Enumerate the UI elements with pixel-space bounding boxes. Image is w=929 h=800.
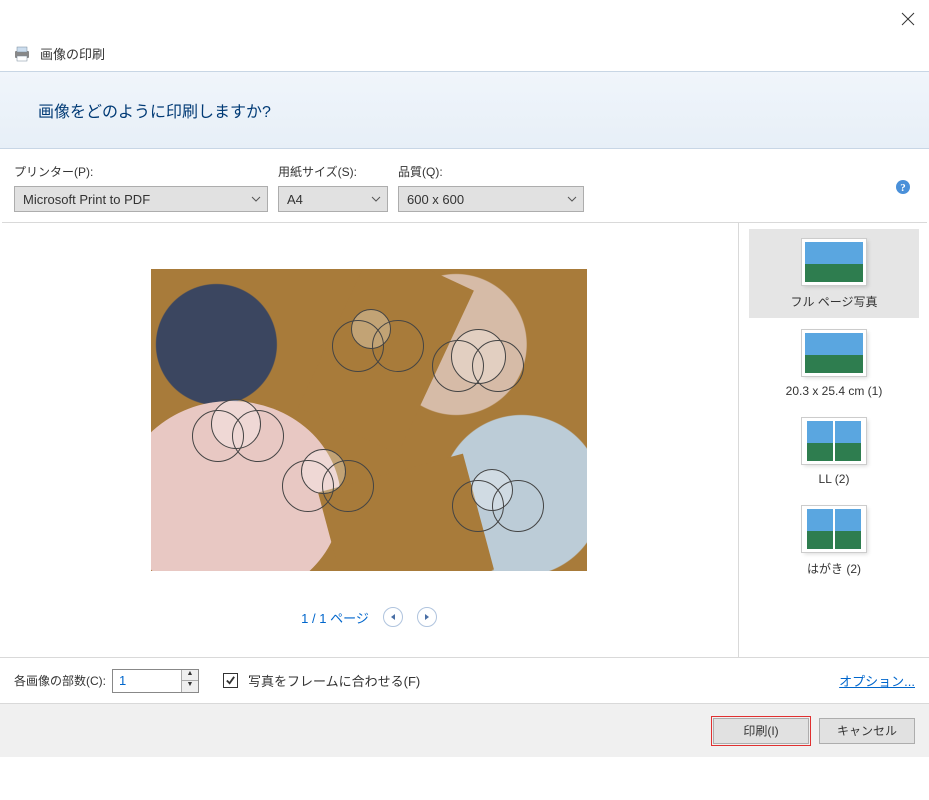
printer-dropdown[interactable]: Microsoft Print to PDF [14, 186, 268, 212]
print-controls: プリンター(P): Microsoft Print to PDF 用紙サイズ(S… [0, 149, 929, 222]
main-area: 1 / 1 ページ フル ページ写真 20.3 x 25.4 cm (1) LL… [0, 223, 929, 657]
layout-label: はがき (2) [807, 560, 861, 577]
preview-image [151, 269, 587, 571]
quality-dropdown[interactable]: 600 x 600 [398, 186, 584, 212]
layout-thumb [802, 330, 866, 376]
chevron-down-icon [567, 194, 577, 204]
layout-panel[interactable]: フル ページ写真 20.3 x 25.4 cm (1) LL (2) はがき (… [739, 223, 929, 657]
triangle-left-icon [389, 613, 397, 621]
printer-icon [12, 46, 32, 62]
question-text: 画像をどのように印刷しますか? [38, 98, 271, 122]
copies-spinner[interactable]: ▲ ▼ [112, 669, 199, 693]
prev-page-button[interactable] [383, 607, 403, 627]
layout-thumb [802, 418, 866, 464]
printer-value: Microsoft Print to PDF [23, 192, 150, 207]
triangle-right-icon [423, 613, 431, 621]
close-button[interactable] [901, 12, 915, 29]
options-link[interactable]: オプション... [839, 671, 915, 690]
window-title: 画像の印刷 [40, 44, 105, 63]
layout-20x25[interactable]: 20.3 x 25.4 cm (1) [749, 320, 919, 406]
print-button[interactable]: 印刷(I) [713, 718, 809, 744]
fit-frame-checkbox[interactable] [223, 673, 238, 688]
printer-group: プリンター(P): Microsoft Print to PDF [14, 163, 268, 212]
next-page-button[interactable] [417, 607, 437, 627]
question-banner: 画像をどのように印刷しますか? [0, 71, 929, 149]
layout-full-page[interactable]: フル ページ写真 [749, 229, 919, 318]
layout-thumb [802, 239, 866, 285]
quality-group: 品質(Q): 600 x 600 [398, 163, 584, 212]
button-bar: 印刷(I) キャンセル [0, 703, 929, 757]
chevron-down-icon [251, 194, 261, 204]
svg-text:?: ? [900, 182, 906, 194]
fit-frame-label: 写真をフレームに合わせる(F) [248, 671, 420, 690]
quality-label: 品質(Q): [398, 163, 584, 180]
help-button[interactable]: ? [895, 179, 911, 195]
layout-label: 20.3 x 25.4 cm (1) [786, 384, 883, 398]
page-indicator: 1 / 1 ページ [301, 608, 369, 627]
printer-label: プリンター(P): [14, 163, 268, 180]
paper-size-value: A4 [287, 192, 303, 207]
check-icon [225, 675, 236, 686]
layout-label: フル ページ写真 [790, 293, 877, 310]
cancel-button[interactable]: キャンセル [819, 718, 915, 744]
paper-size-label: 用紙サイズ(S): [278, 163, 388, 180]
layout-hagaki-2[interactable]: はがき (2) [749, 496, 919, 585]
paper-size-dropdown[interactable]: A4 [278, 186, 388, 212]
help-icon: ? [895, 179, 911, 195]
chevron-down-icon [371, 194, 381, 204]
copies-up[interactable]: ▲ [182, 670, 198, 681]
copies-label: 各画像の部数(C): [14, 672, 106, 689]
layout-thumb [802, 506, 866, 552]
preview-pane: 1 / 1 ページ [0, 223, 739, 657]
window-header: 画像の印刷 [0, 40, 929, 71]
layout-label: LL (2) [819, 472, 850, 486]
copies-input[interactable] [113, 670, 181, 692]
paper-group: 用紙サイズ(S): A4 [278, 163, 388, 212]
layout-ll-2[interactable]: LL (2) [749, 408, 919, 494]
titlebar [0, 0, 929, 40]
pager: 1 / 1 ページ [301, 607, 437, 627]
footer-options: 各画像の部数(C): ▲ ▼ 写真をフレームに合わせる(F) オプション... [0, 657, 929, 703]
copies-down[interactable]: ▼ [182, 681, 198, 692]
quality-value: 600 x 600 [407, 192, 464, 207]
close-icon [901, 12, 915, 26]
